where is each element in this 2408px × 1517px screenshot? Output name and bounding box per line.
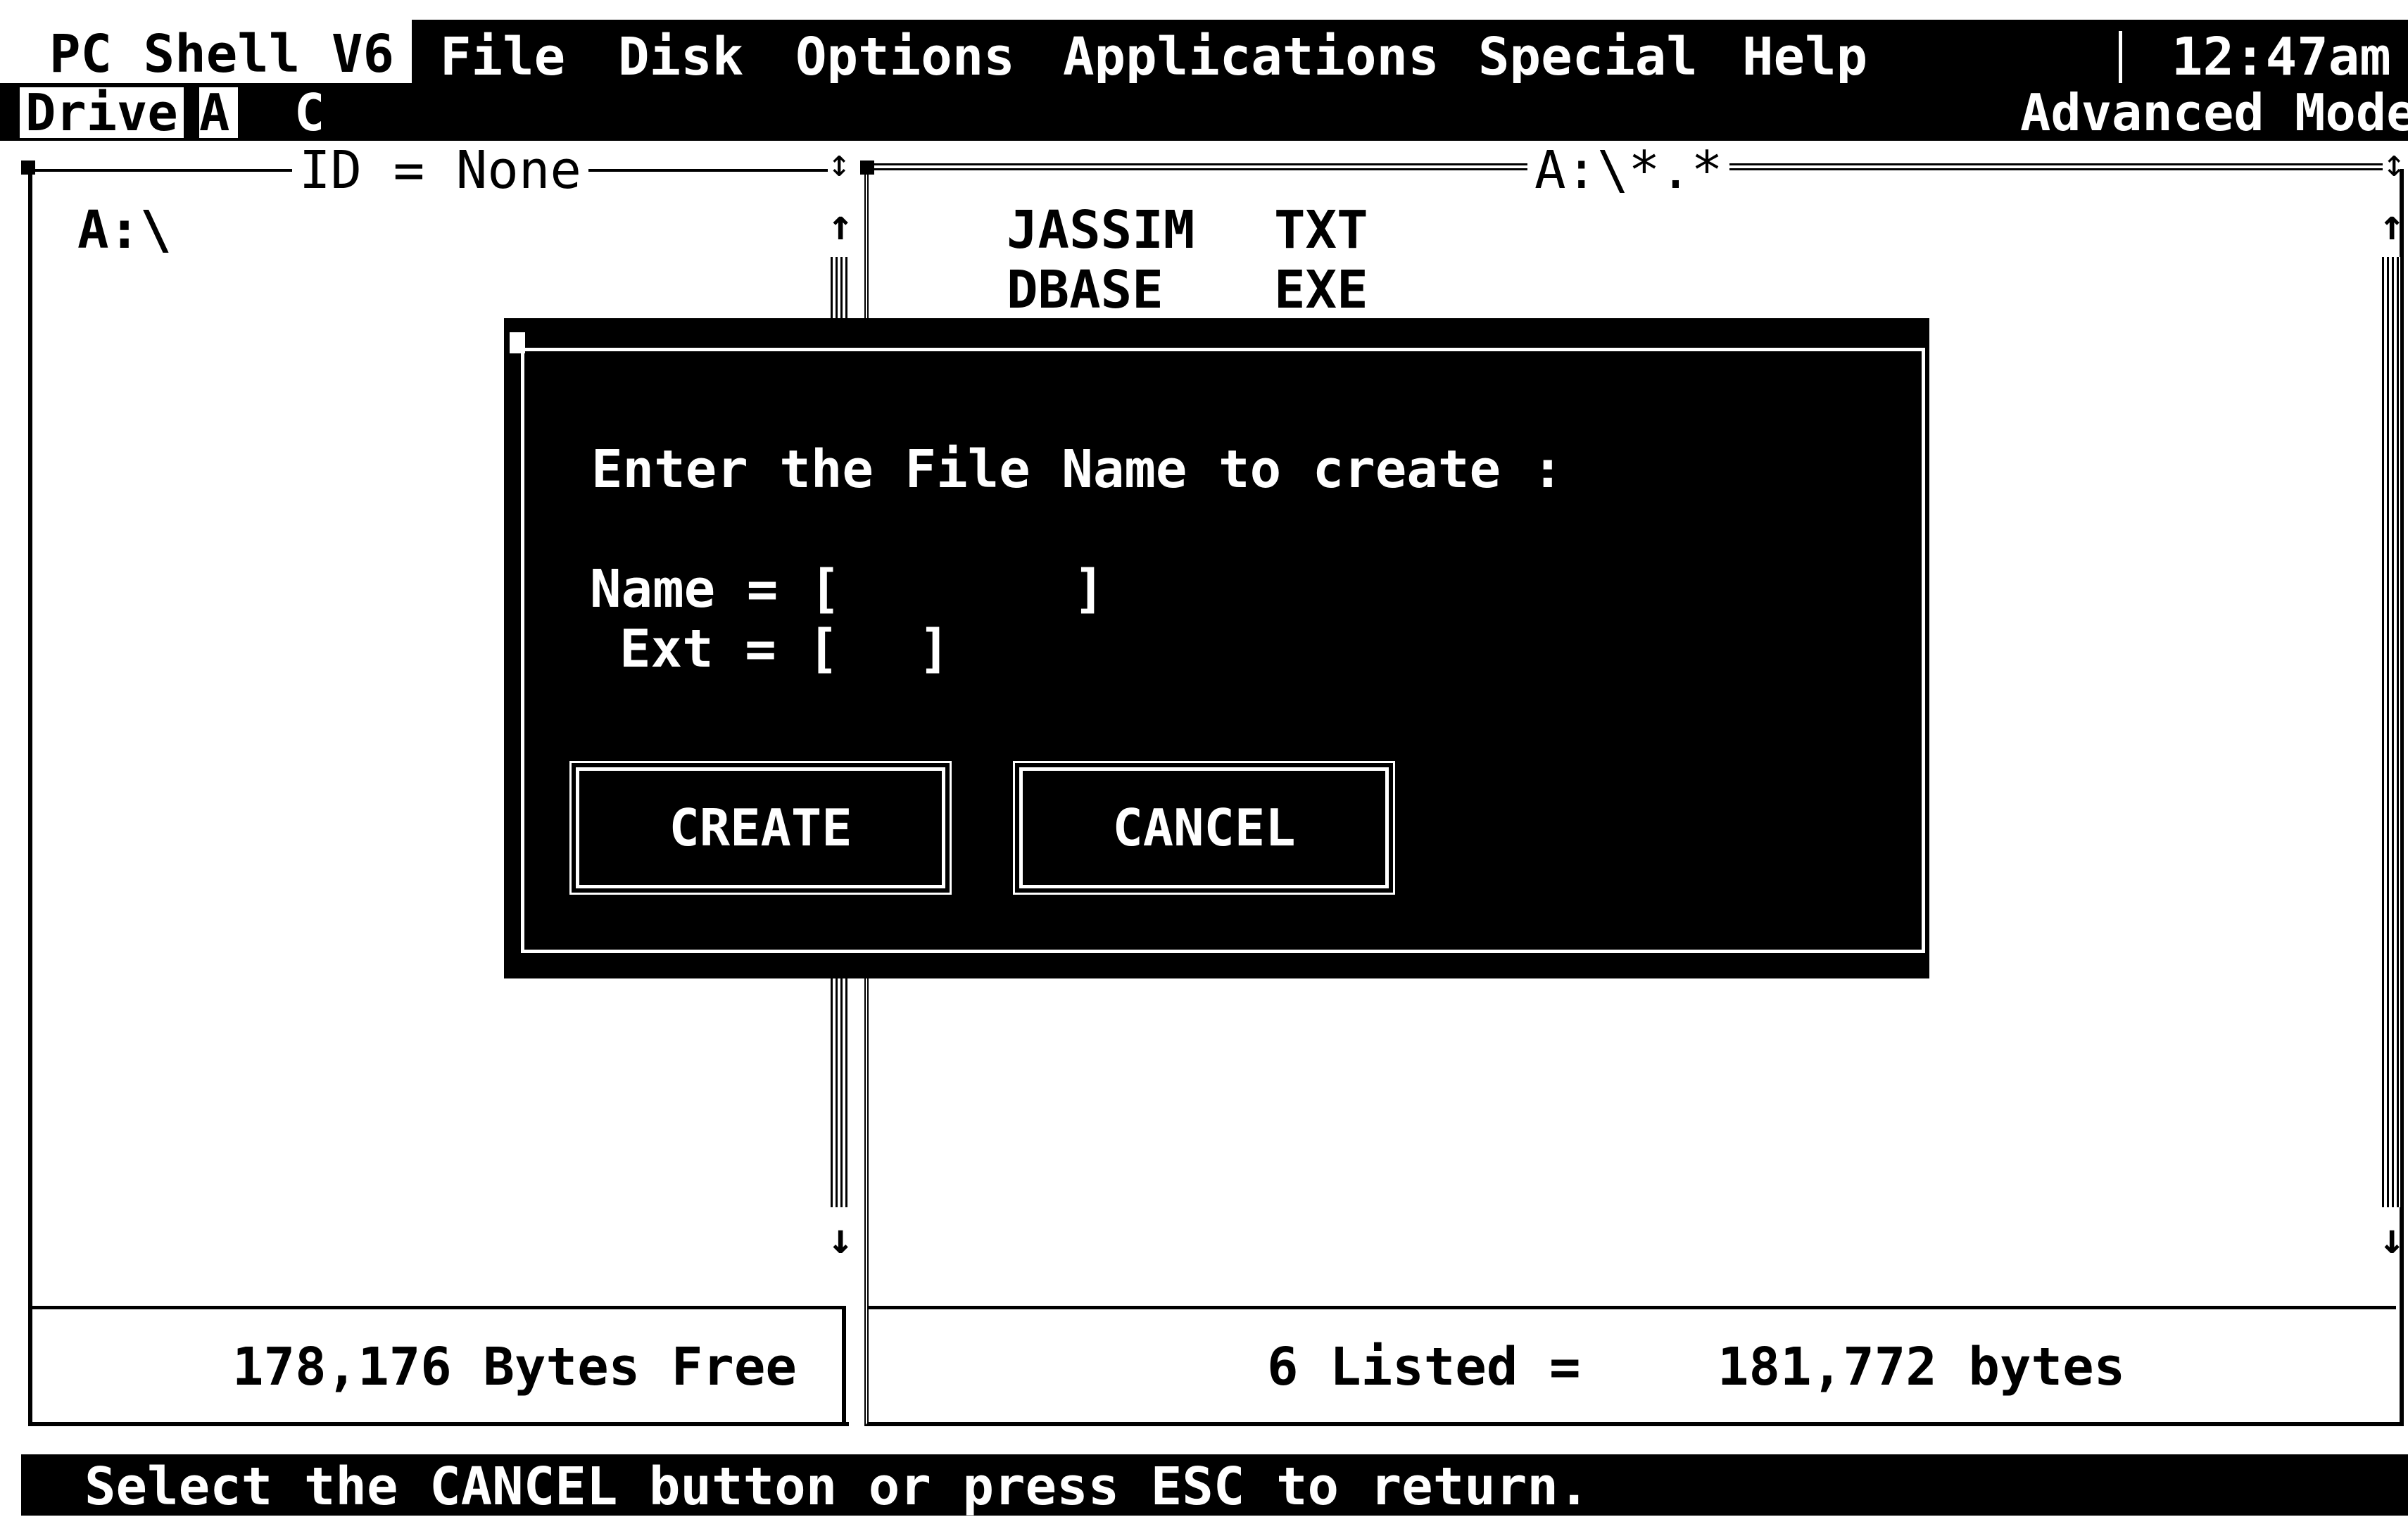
ext-bracket-close: ] (919, 619, 950, 679)
file-ext[interactable]: TXT (1274, 204, 1368, 256)
right-listed-count: 6 Listed = (1267, 1337, 1581, 1397)
name-input[interactable] (831, 563, 1070, 615)
left-scroll-up-icon[interactable]: ↑ (828, 204, 853, 246)
mode-indicator: Advanced Mode (2020, 83, 2408, 142)
drive-c[interactable]: C (294, 87, 324, 138)
menu-disk[interactable]: Disk (618, 31, 743, 83)
ext-label: Ext = [ (619, 619, 839, 679)
right-panel-footer-rule (869, 1306, 2396, 1309)
cancel-button[interactable]: CANCEL (1013, 761, 1395, 895)
drive-label: Drive (20, 87, 184, 138)
ext-input[interactable] (831, 623, 915, 675)
menu-applications[interactable]: Applications (1063, 31, 1439, 83)
right-scroll-down-icon[interactable]: ↓ (2379, 1218, 2404, 1260)
tree-root[interactable]: A:\ (77, 204, 172, 256)
file-name[interactable]: DBASE (1007, 264, 1164, 316)
right-scroll-up-icon[interactable]: ↑ (2379, 204, 2404, 246)
left-bytes-free: 178,176 Bytes Free (232, 1337, 797, 1397)
right-scrollbar[interactable] (2382, 257, 2400, 1207)
menu-special[interactable]: Special (1478, 31, 1698, 83)
right-listed-bytes: 181,772 bytes (1717, 1337, 2126, 1397)
file-ext[interactable]: EXE (1274, 264, 1368, 316)
name-bracket-close: ] (1073, 559, 1105, 619)
left-panel-right-edge (842, 1306, 846, 1425)
file-name[interactable]: JASSIM (1007, 204, 1194, 256)
clock: 12:47am (2171, 27, 2391, 87)
left-panel-footer-rule (32, 1306, 845, 1309)
menu-file[interactable]: File (440, 31, 565, 83)
menu-help[interactable]: Help (1742, 31, 1867, 83)
app-title: PC Shell V6 (49, 24, 395, 84)
dialog-prompt: Enter the File Name to create : (591, 439, 1564, 500)
status-text: Select the CANCEL button or press ESC to… (84, 1456, 1590, 1517)
create-button[interactable]: CREATE (569, 761, 952, 895)
clock-divider (2119, 31, 2122, 83)
name-label: Name = [ (590, 559, 841, 619)
drive-a[interactable]: A (199, 87, 239, 138)
left-scroll-down-icon[interactable]: ↓ (828, 1218, 853, 1260)
menu-options[interactable]: Options (795, 31, 1015, 83)
